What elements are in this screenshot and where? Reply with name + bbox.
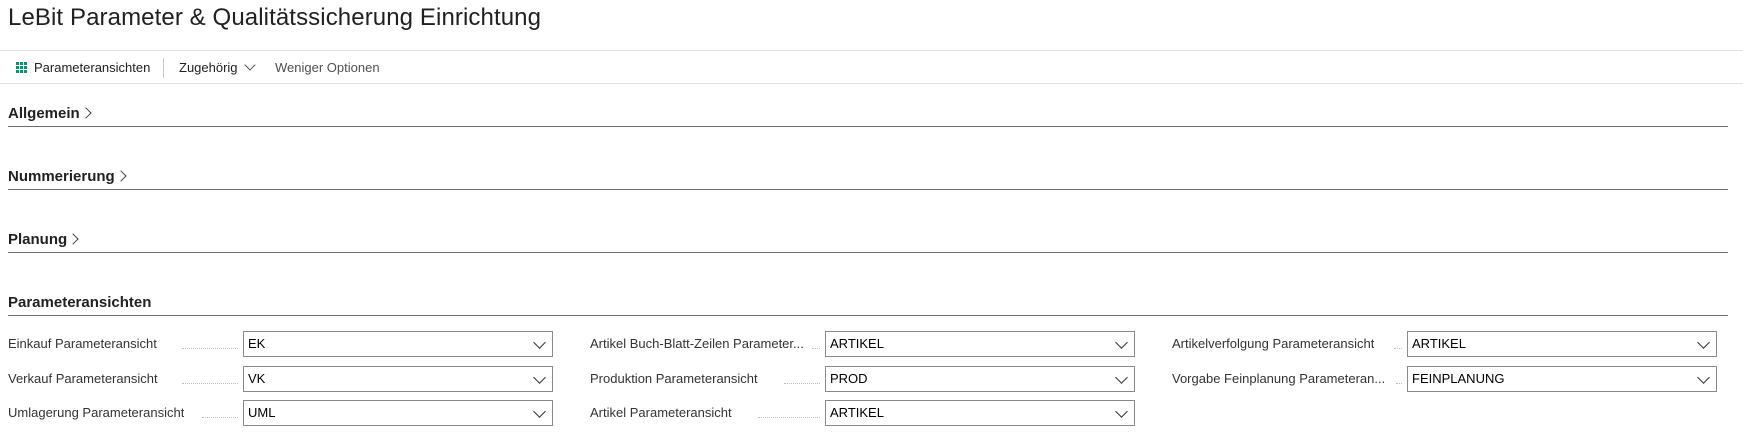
chevron-down-icon[interactable] — [533, 405, 546, 418]
field-label: Artikel Buch-Blatt-Zeilen Parameter... — [590, 336, 804, 351]
weniger-optionen-label: Weniger Optionen — [275, 60, 380, 75]
artikel-buch-blatt-zeilen-select[interactable]: ARTIKEL — [825, 331, 1135, 357]
action-bar: Parameteransichten Zugehörig Weniger Opt… — [0, 50, 1743, 84]
parameteransichten-action[interactable]: Parameteransichten — [16, 51, 150, 84]
field-label: Verkauf Parameteransicht — [8, 371, 158, 386]
artikel-buch-blatt-zeilen-field: Artikel Buch-Blatt-Zeilen Parameter... A… — [590, 331, 1138, 357]
section-planung: Planung — [8, 228, 1728, 253]
field-label: Umlagerung Parameteransicht — [8, 405, 185, 420]
produktion-parameteransicht-field: Produktion Parameteransicht PROD — [590, 366, 1138, 392]
artikelverfolgung-parameteransicht-select[interactable]: ARTIKEL — [1407, 331, 1717, 357]
section-parameteransichten-header[interactable]: Parameteransichten — [8, 291, 1728, 313]
artikel-parameteransicht-field: Artikel Parameteransicht ARTIKEL — [590, 400, 1138, 426]
section-divider — [8, 252, 1728, 253]
zugehoerig-menu[interactable]: Zugehörig — [179, 51, 256, 84]
chevron-down-icon[interactable] — [1115, 371, 1128, 384]
field-label: Artikel Parameteransicht — [590, 405, 732, 420]
artikelverfolgung-parameteransicht-field: Artikelverfolgung Parameteransicht ARTIK… — [1172, 331, 1720, 357]
chevron-right-icon — [67, 233, 79, 245]
section-parameteransichten-title: Parameteransichten — [8, 293, 152, 311]
chevron-down-icon[interactable] — [1697, 336, 1710, 349]
section-allgemein-header[interactable]: Allgemein — [8, 102, 1728, 124]
vorgabe-feinplanung-parameteransicht-select[interactable]: FEINPLANUNG — [1407, 366, 1717, 392]
page-title: LeBit Parameter & Qualitätssicherung Ein… — [8, 4, 542, 31]
zugehoerig-label: Zugehörig — [179, 60, 238, 75]
parameteransichten-action-label: Parameteransichten — [34, 60, 151, 75]
chevron-down-icon — [243, 59, 256, 71]
weniger-optionen-button[interactable]: Weniger Optionen — [275, 51, 380, 84]
chevron-down-icon[interactable] — [533, 371, 546, 384]
section-planung-header[interactable]: Planung — [8, 228, 1728, 250]
artikel-parameteransicht-select[interactable]: ARTIKEL — [825, 400, 1135, 426]
verkauf-parameteransicht-field: Verkauf Parameteransicht VK — [8, 366, 556, 392]
action-separator — [163, 58, 164, 78]
section-nummerierung-title: Nummerierung — [8, 167, 115, 185]
section-divider — [8, 315, 1728, 316]
field-label: Artikelverfolgung Parameteransicht — [1172, 336, 1375, 351]
chevron-down-icon[interactable] — [1697, 371, 1710, 384]
field-label: Produktion Parameteransicht — [590, 371, 758, 386]
chevron-down-icon[interactable] — [1115, 405, 1128, 418]
section-allgemein: Allgemein — [8, 102, 1728, 127]
chevron-down-icon[interactable] — [1115, 336, 1128, 349]
vorgabe-feinplanung-parameteransicht-field: Vorgabe Feinplanung Parameteran... FEINP… — [1172, 366, 1720, 392]
field-label: Vorgabe Feinplanung Parameteran... — [1172, 371, 1386, 386]
grid-icon — [16, 61, 28, 74]
section-nummerierung-header[interactable]: Nummerierung — [8, 165, 1728, 187]
umlagerung-parameteransicht-select[interactable]: UML — [243, 400, 553, 426]
section-planung-title: Planung — [8, 230, 68, 248]
chevron-right-icon — [115, 170, 127, 182]
section-divider — [8, 189, 1728, 190]
chevron-right-icon — [80, 107, 92, 119]
section-parameteransichten: Parameteransichten — [8, 291, 1728, 316]
field-label: Einkauf Parameteransicht — [8, 336, 157, 351]
chevron-down-icon[interactable] — [533, 336, 546, 349]
section-nummerierung: Nummerierung — [8, 165, 1728, 190]
verkauf-parameteransicht-select[interactable]: VK — [243, 366, 553, 392]
produktion-parameteransicht-select[interactable]: PROD — [825, 366, 1135, 392]
einkauf-parameteransicht-field: Einkauf Parameteransicht EK — [8, 331, 556, 357]
umlagerung-parameteransicht-field: Umlagerung Parameteransicht UML — [8, 400, 556, 426]
section-allgemein-title: Allgemein — [8, 104, 80, 122]
einkauf-parameteransicht-select[interactable]: EK — [243, 331, 553, 357]
section-divider — [8, 126, 1728, 127]
